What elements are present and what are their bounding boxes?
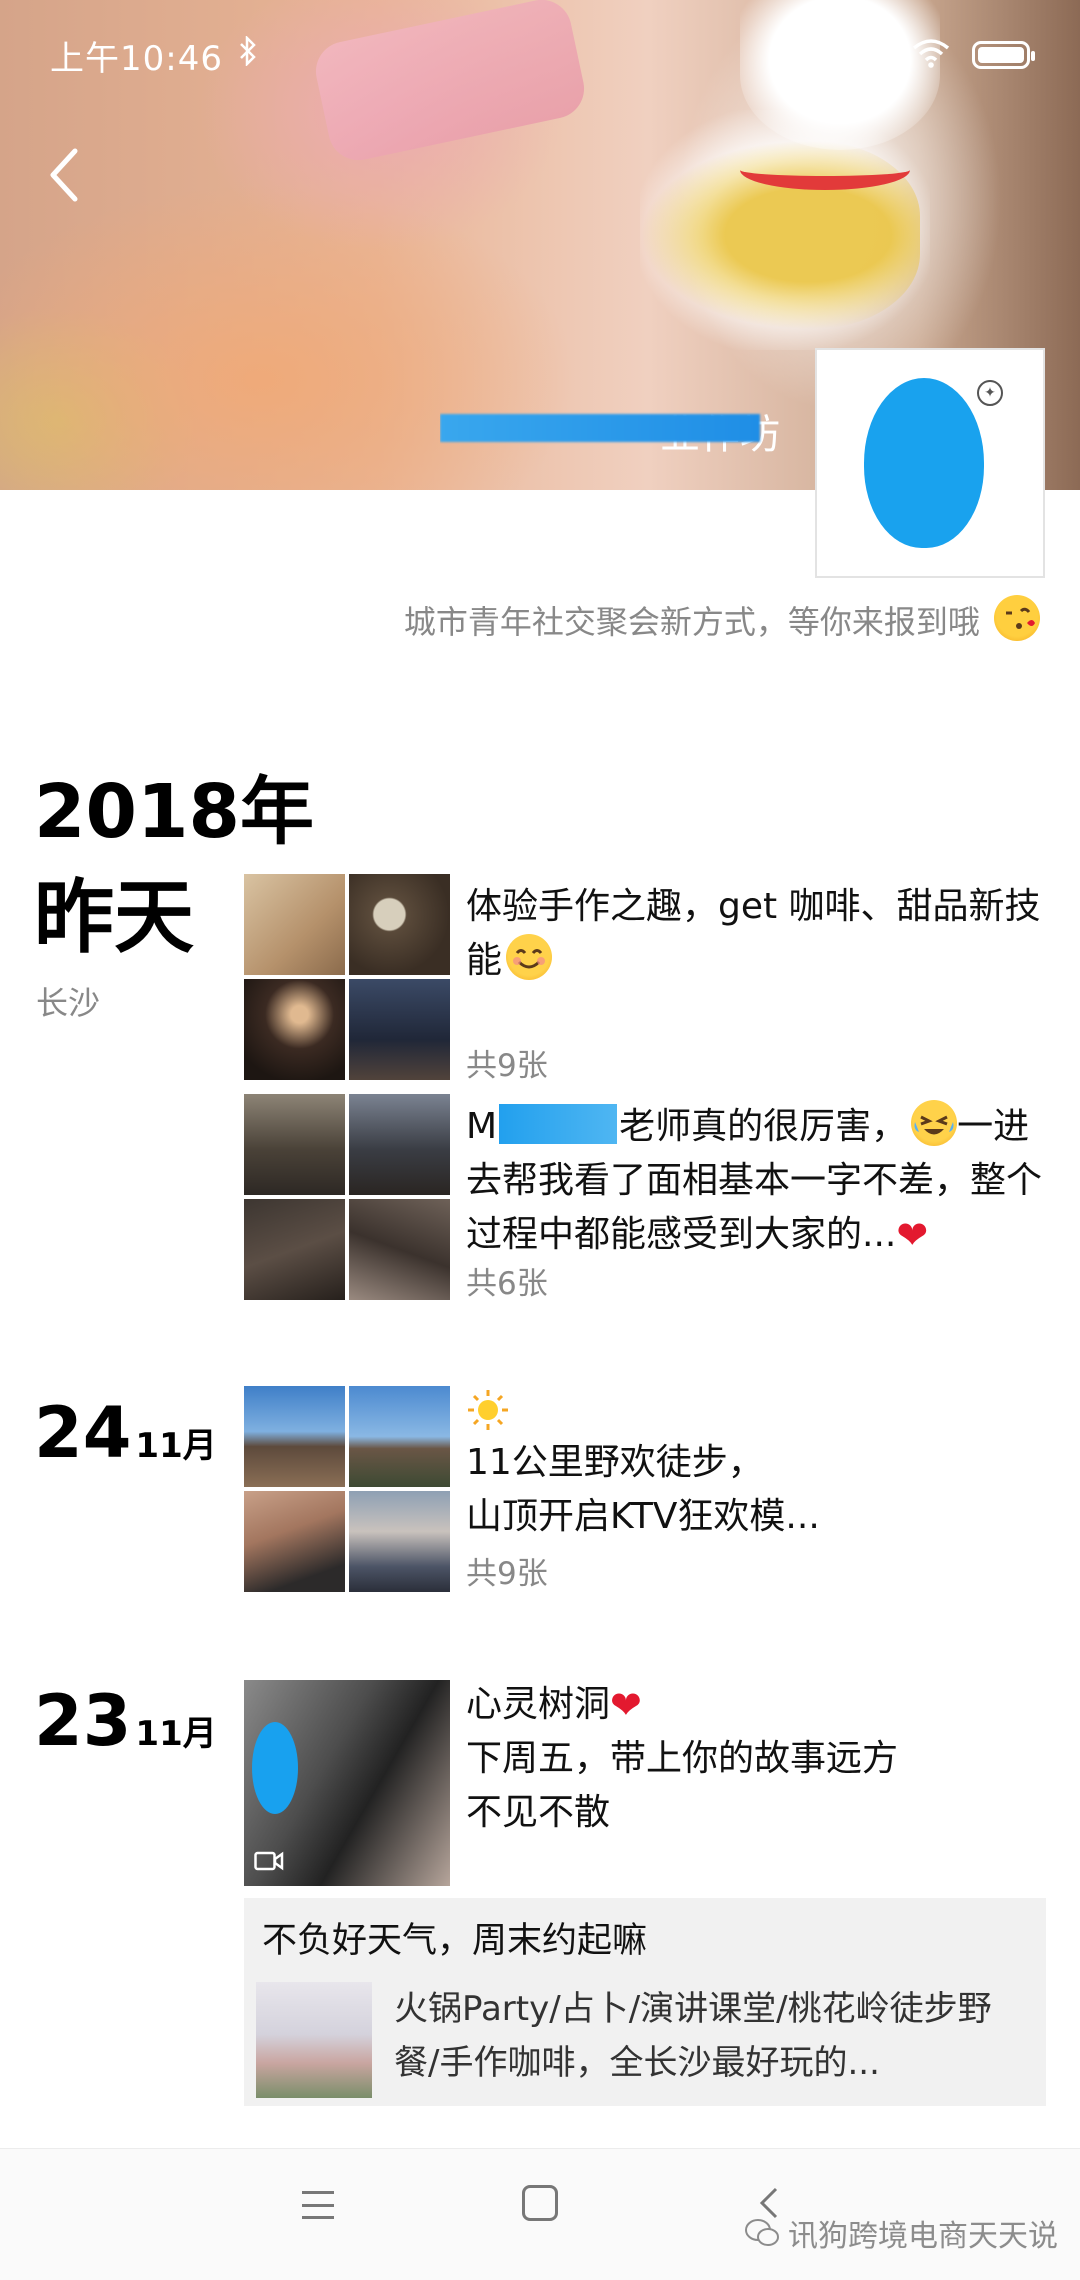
post-thumbnail-grid[interactable] xyxy=(244,874,450,1080)
status-time: 上午10:46 xyxy=(50,38,223,79)
photo-thumb xyxy=(349,1199,450,1300)
share-title: 不负好天气，周末约起嘛 xyxy=(262,1921,648,1961)
profile-signature: 城市青年社交聚会新方式，等你来报到哦 xyxy=(404,595,1040,643)
avatar[interactable]: ✦ xyxy=(815,348,1045,578)
home-button[interactable] xyxy=(522,2185,558,2221)
wechat-icon xyxy=(745,2219,779,2246)
heart-icon: ❤ xyxy=(896,1213,929,1257)
photo-thumb xyxy=(244,1491,345,1592)
status-bar: 上午10:46 xyxy=(0,0,1080,110)
redacted-name xyxy=(499,1104,618,1144)
photo-thumb xyxy=(349,979,450,1080)
photo-thumb xyxy=(244,1199,345,1300)
bluetooth-icon xyxy=(239,34,257,74)
timeline-year: 2018年 xyxy=(34,769,314,855)
post-location: 长沙 xyxy=(36,984,101,1022)
smiling-face-icon xyxy=(506,934,553,980)
redacted-avatar xyxy=(864,378,984,548)
photo-thumb xyxy=(244,979,345,1080)
badge-icon: ✦ xyxy=(977,380,1003,406)
photo-thumb xyxy=(349,874,450,975)
post-text[interactable]: 11公里野欢徒步， 山顶开启KTV狂欢模... xyxy=(466,1382,1046,1544)
post-thumbnail-grid[interactable] xyxy=(244,1386,450,1592)
watermark: 讯狗跨境电商天天说 xyxy=(744,2211,1058,2255)
photo-thumb xyxy=(244,1386,345,1487)
shared-article-card[interactable]: 不负好天气，周末约起嘛 火锅Party/占卜/演讲课堂/桃花岭徒步野餐/手作咖啡… xyxy=(244,1898,1046,2106)
post-text[interactable]: 体验手作之趣，get 咖啡、甜品新技能 xyxy=(466,880,1046,988)
system-nav-bar: 讯狗跨境电商天天说 xyxy=(0,2148,1080,2280)
laughing-tears-icon xyxy=(911,1100,958,1146)
day-label-24: 24 11月 xyxy=(34,1392,217,1474)
back-button[interactable] xyxy=(34,140,94,210)
photo-thumb xyxy=(244,1094,345,1195)
day-label-23: 23 11月 xyxy=(34,1680,217,1762)
profile-name: 业作坊 xyxy=(440,402,780,454)
wifi-icon xyxy=(912,38,950,72)
photo-count: 共9张 xyxy=(466,1048,548,1084)
redacted-name xyxy=(440,414,760,442)
day-label-yesterday: 昨天 xyxy=(34,871,194,964)
heart-icon: ❤ xyxy=(610,1683,642,1727)
post-thumbnail-grid[interactable] xyxy=(244,1094,450,1300)
photo-count: 共9张 xyxy=(466,1556,548,1592)
photo-thumb xyxy=(349,1094,450,1195)
chevron-left-icon xyxy=(50,148,78,202)
post-text[interactable]: M 老师真的很厉害， 一进去帮我看了面相基本一字不差，整个过程中都能感受到大家的..… xyxy=(466,1100,1046,1262)
battery-icon xyxy=(972,41,1035,69)
photo-thumb xyxy=(244,874,345,975)
share-description: 火锅Party/占卜/演讲课堂/桃花岭徒步野餐/手作咖啡，全长沙最好玩的... xyxy=(394,1989,992,2083)
photo-thumb xyxy=(349,1386,450,1487)
post-text[interactable]: 心灵树洞❤ 下周五，带上你的故事远方 不见不散 xyxy=(466,1678,1046,1840)
recent-apps-button[interactable] xyxy=(298,2185,338,2225)
video-thumbnail[interactable] xyxy=(244,1680,450,1886)
cellular-signal-icon xyxy=(854,40,890,70)
sun-icon xyxy=(466,1382,1046,1436)
share-thumbnail xyxy=(256,1982,372,2098)
cover-cat-collar xyxy=(740,150,910,190)
kissing-face-icon xyxy=(994,595,1040,641)
video-camera-icon xyxy=(254,1851,284,1871)
photo-thumb xyxy=(349,1491,450,1592)
photo-count: 共6张 xyxy=(466,1266,548,1302)
battery-level xyxy=(978,47,1024,63)
redacted-face xyxy=(252,1722,298,1814)
